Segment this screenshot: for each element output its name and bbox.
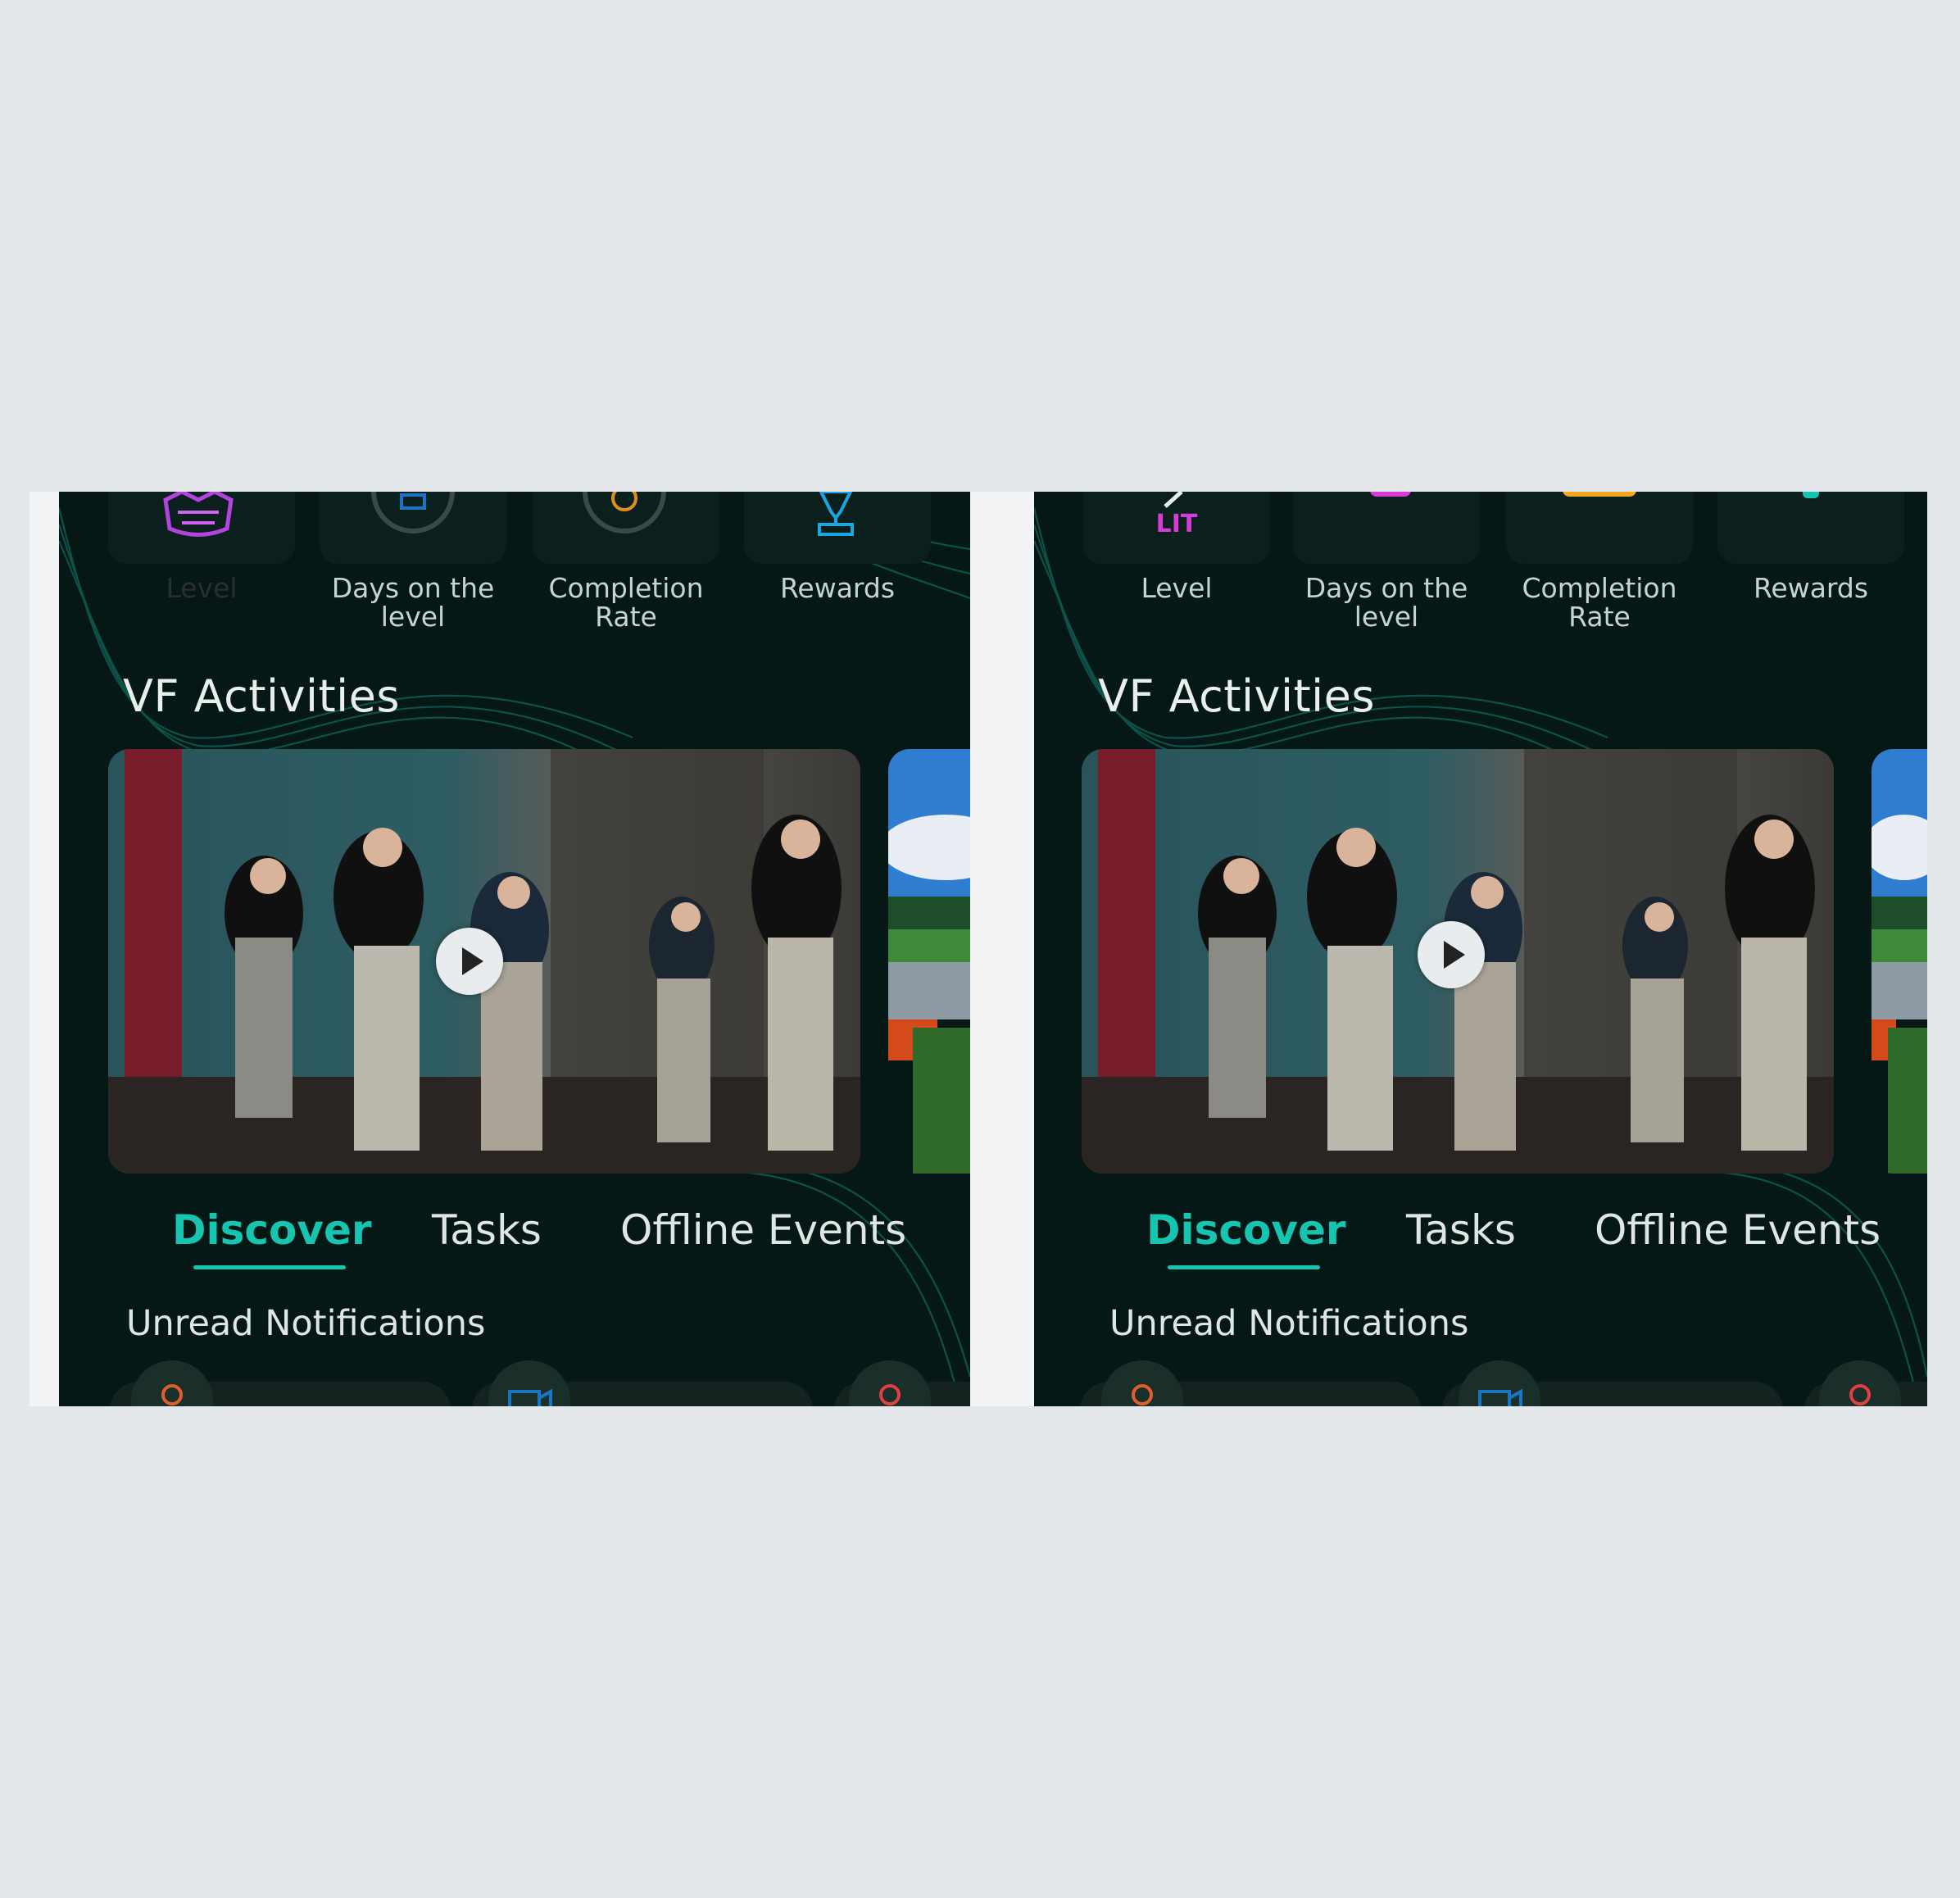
play-button[interactable] xyxy=(1418,921,1485,988)
user-avatar-icon xyxy=(131,1360,213,1406)
presentation-frame: Level Days on the level Completion Rate … xyxy=(0,0,1960,1898)
target-ring-icon xyxy=(583,492,666,534)
video-camera-icon xyxy=(488,1360,570,1406)
level-badge-icon xyxy=(163,492,234,537)
stat-label-level: Level xyxy=(1141,572,1213,604)
active-tab-indicator xyxy=(193,1265,346,1269)
completion-value-fragment xyxy=(1563,492,1636,497)
stat-card-rewards[interactable] xyxy=(1717,492,1904,564)
level-value: LIT xyxy=(1155,510,1198,538)
stat-card-days[interactable] xyxy=(1293,492,1480,564)
video-camera-icon xyxy=(1459,1360,1540,1406)
stat-label-days: Days on the level xyxy=(1304,572,1468,633)
rewards-value-fragment xyxy=(1803,492,1819,498)
section-title: VF Activities xyxy=(123,670,401,722)
stat-card-completion[interactable] xyxy=(1506,492,1693,564)
activity-tabs: Discover Tasks Offline Events xyxy=(59,1206,970,1272)
unread-notifications-heading: Unread Notifications xyxy=(1109,1303,1469,1344)
landscape-thumbnail-image xyxy=(888,749,970,1174)
play-button[interactable] xyxy=(436,928,503,995)
stat-label-completion: Completion Rate xyxy=(548,572,704,633)
tab-tasks[interactable]: Tasks xyxy=(432,1206,542,1254)
stat-label-rewards: Rewards xyxy=(779,572,896,604)
tab-offline-events[interactable]: Offline Events xyxy=(1595,1206,1881,1254)
stat-label-days: Days on the level xyxy=(331,572,495,633)
next-activity-card[interactable] xyxy=(888,749,970,1174)
user-avatar-icon xyxy=(849,1360,931,1406)
activity-video-card[interactable] xyxy=(1082,749,1834,1174)
app-screen-left: Level Days on the level Completion Rate … xyxy=(59,492,970,1406)
trophy-icon xyxy=(818,492,854,536)
app-screen-right: LIT Level Days on the level Completion R… xyxy=(1034,492,1927,1406)
activity-video-card[interactable] xyxy=(108,749,860,1174)
stat-label-level: Level xyxy=(166,572,238,604)
tab-offline-events[interactable]: Offline Events xyxy=(620,1206,906,1254)
section-title: VF Activities xyxy=(1098,670,1376,722)
stat-label-rewards: Rewards xyxy=(1753,572,1869,604)
next-activity-card[interactable] xyxy=(1872,749,1927,1174)
stat-label-completion: Completion Rate xyxy=(1522,572,1677,633)
activity-tabs: Discover Tasks Offline Events xyxy=(1034,1206,1927,1272)
calendar-ring-icon xyxy=(371,492,455,534)
tab-tasks[interactable]: Tasks xyxy=(1406,1206,1516,1254)
tab-discover[interactable]: Discover xyxy=(1146,1206,1346,1254)
active-tab-indicator xyxy=(1168,1265,1320,1269)
user-avatar-icon xyxy=(1819,1360,1901,1406)
days-value-fragment xyxy=(1370,492,1411,497)
landscape-thumbnail-image xyxy=(1872,749,1927,1174)
level-spark-icon xyxy=(1164,492,1183,508)
user-avatar-icon xyxy=(1101,1360,1183,1406)
unread-notifications-heading: Unread Notifications xyxy=(126,1303,486,1344)
tab-discover[interactable]: Discover xyxy=(172,1206,372,1254)
